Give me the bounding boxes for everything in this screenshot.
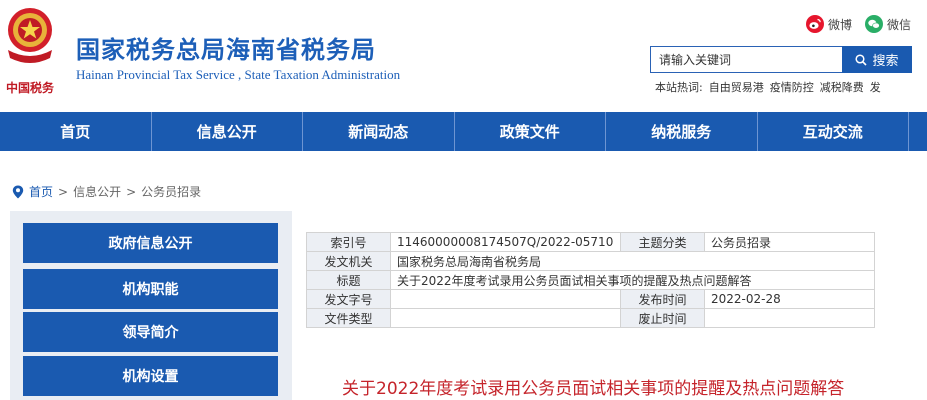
date-label: 发布时间 (620, 289, 705, 309)
table-row: 文件类型 废止时间 (306, 308, 875, 328)
hotwords-label: 本站热词: (655, 81, 703, 94)
topic-value: 公务员招录 (704, 232, 875, 252)
sidebar-item-organization[interactable]: 机构设置 (23, 356, 278, 396)
sidebar: 政府信息公开 机构职能 领导简介 机构设置 (10, 211, 292, 400)
hotword-link[interactable]: 自由贸易港 (709, 79, 764, 95)
breadcrumb-info[interactable]: 信息公开 (73, 183, 121, 200)
nav-item-info-disclosure[interactable]: 信息公开 (152, 112, 303, 151)
site-title: 国家税务总局海南省税务局 (76, 36, 376, 64)
site-header: 中国税务 国家税务总局海南省税务局 Hainan Provincial Tax … (0, 0, 927, 112)
nav-item-news[interactable]: 新闻动态 (303, 112, 455, 151)
docno-value (390, 289, 621, 309)
table-row: 标题 关于2022年度考试录用公务员面试相关事项的提醒及热点问题解答 (306, 270, 875, 290)
wechat-icon (865, 15, 883, 33)
hotword-link[interactable]: 减税降费 (820, 79, 864, 95)
issuer-label: 发文机关 (306, 251, 391, 271)
sidebar-item-leaders[interactable]: 领导简介 (23, 312, 278, 352)
topic-label: 主题分类 (620, 232, 705, 252)
site-subtitle: Hainan Provincial Tax Service , State Ta… (76, 67, 401, 82)
document-info-table: 索引号 11460000008174507Q/2022-05710 主题分类 公… (306, 232, 875, 328)
search-input[interactable] (650, 46, 842, 73)
sidebar-item-gov-info[interactable]: 政府信息公开 (23, 223, 278, 263)
article-title: 关于2022年度考试录用公务员面试相关事项的提醒及热点问题解答 (342, 379, 845, 399)
breadcrumb-home[interactable]: 首页 (29, 183, 53, 200)
search-button[interactable]: 搜索 (842, 46, 912, 73)
search-icon (855, 53, 868, 66)
sidebar-item-functions[interactable]: 机构职能 (23, 269, 278, 309)
main-nav: 首页 信息公开 新闻动态 政策文件 纳税服务 互动交流 (0, 112, 927, 151)
weibo-link[interactable]: 微博 (806, 14, 852, 34)
location-pin-icon (12, 185, 24, 198)
nav-item-home[interactable]: 首页 (0, 112, 152, 151)
abolish-value (704, 308, 875, 328)
nav-item-tax-service[interactable]: 纳税服务 (606, 112, 758, 151)
date-value: 2022-02-28 (704, 289, 875, 309)
table-row: 发文机关 国家税务总局海南省税务局 (306, 251, 875, 271)
nav-item-policy[interactable]: 政策文件 (455, 112, 606, 151)
title-label: 标题 (306, 270, 391, 290)
issuer-value: 国家税务总局海南省税务局 (390, 251, 875, 271)
breadcrumb-separator: > (126, 184, 137, 199)
title-value: 关于2022年度考试录用公务员面试相关事项的提醒及热点问题解答 (390, 270, 875, 290)
nav-item-interaction[interactable]: 互动交流 (758, 112, 909, 151)
hotword-link[interactable]: 疫情防控 (770, 79, 814, 95)
index-label: 索引号 (306, 232, 391, 252)
weibo-label: 微博 (828, 17, 853, 32)
weibo-icon (806, 15, 824, 33)
weixin-label: 微信 (887, 17, 912, 32)
abolish-label: 废止时间 (620, 308, 705, 328)
emblem-text: 中国税务 (6, 80, 55, 95)
type-value (390, 308, 621, 328)
breadcrumb-separator: > (58, 184, 69, 199)
table-row: 索引号 11460000008174507Q/2022-05710 主题分类 公… (306, 232, 875, 252)
docno-label: 发文字号 (306, 289, 391, 309)
breadcrumb-current[interactable]: 公务员招录 (141, 183, 201, 200)
table-row: 发文字号 发布时间 2022-02-28 (306, 289, 875, 309)
search-button-label: 搜索 (872, 54, 899, 69)
breadcrumb: 首页 > 信息公开 > 公务员招录 (12, 183, 201, 200)
tax-emblem-logo: 中国税务 (6, 8, 55, 95)
type-label: 文件类型 (306, 308, 391, 328)
hotwords: 本站热词: 自由贸易港 疫情防控 减税降费 发 (655, 79, 887, 95)
weixin-link[interactable]: 微信 (865, 14, 911, 34)
hotword-link[interactable]: 发 (870, 79, 881, 95)
index-value: 11460000008174507Q/2022-05710 (390, 232, 621, 252)
